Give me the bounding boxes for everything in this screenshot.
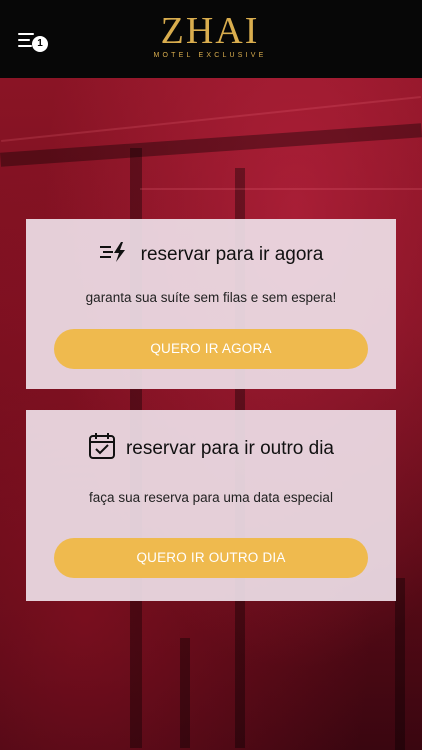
notification-badge: 1	[32, 36, 48, 52]
lightning-speed-icon	[99, 241, 131, 268]
reserve-later-title-row: reservar para ir outro dia	[26, 432, 396, 465]
app-header: 1 ZHAI MOTEL EXCLUSIVE	[0, 0, 422, 78]
go-now-button[interactable]: QUERO IR AGORA	[54, 329, 368, 369]
reserve-now-title-row: reservar para ir agora	[26, 241, 396, 268]
logo-subtitle: MOTEL EXCLUSIVE	[153, 52, 267, 59]
reserve-now-subtitle: garanta sua suíte sem filas e sem espera…	[85, 290, 337, 305]
go-other-day-button[interactable]: QUERO IR OUTRO DIA	[54, 538, 368, 578]
reserve-now-card: reservar para ir agora garanta sua suíte…	[26, 219, 396, 389]
reserve-later-title: reservar para ir outro dia	[125, 437, 335, 459]
reserve-later-subtitle: faça sua reserva para uma data especial	[89, 490, 333, 505]
calendar-check-icon	[88, 432, 116, 465]
reserve-later-card: reservar para ir outro dia faça sua rese…	[26, 410, 396, 601]
logo: ZHAI MOTEL EXCLUSIVE	[150, 12, 270, 59]
menu-button[interactable]: 1	[16, 30, 50, 54]
reserve-now-title: reservar para ir agora	[140, 243, 324, 265]
logo-main-text: ZHAI	[160, 10, 260, 52]
